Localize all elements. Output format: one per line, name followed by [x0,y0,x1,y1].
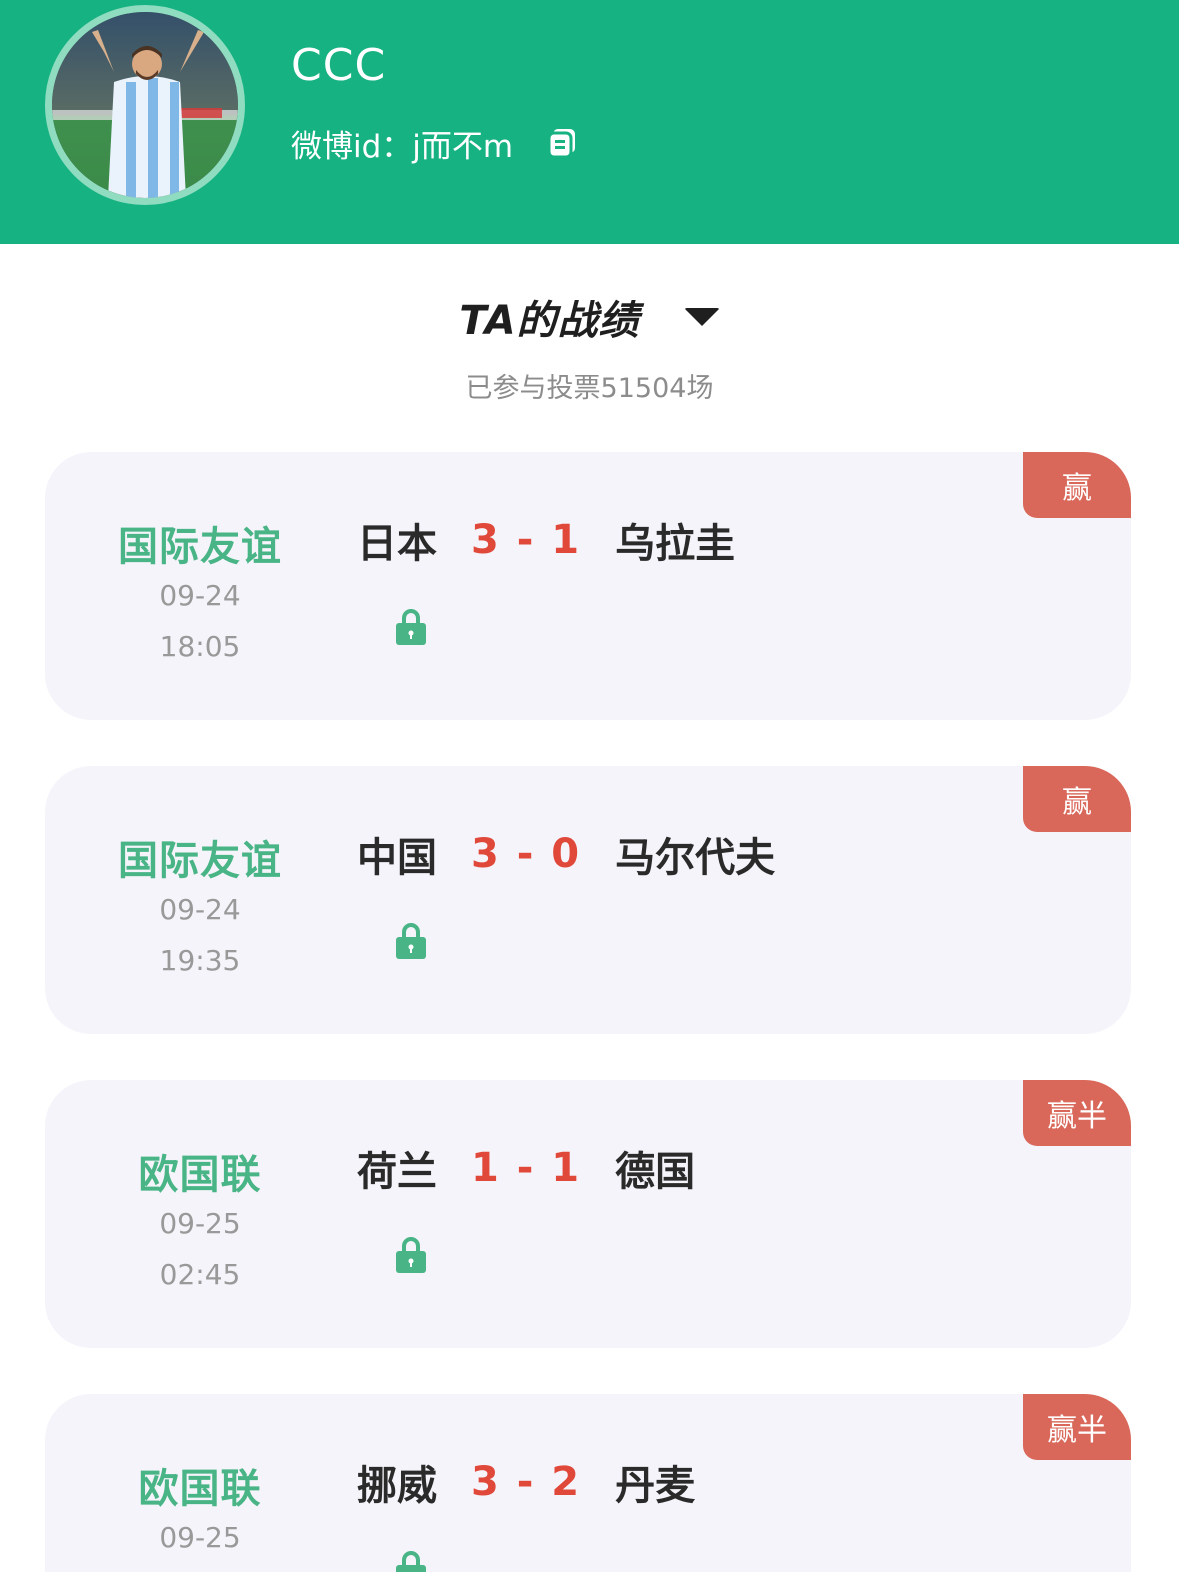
away-team: 丹麦 [615,1463,696,1509]
weibo-id-label: 微博id： [291,128,413,165]
section-title: TA的战绩 [459,298,640,344]
match-card[interactable]: 赢半 欧国联 09-25 02:45 荷兰 1 - 1 德国 [45,1080,1131,1348]
match-date: 09-25 [159,1521,241,1554]
match-time: 02:45 [159,1258,241,1291]
match-date: 09-25 [159,1207,241,1240]
match-date: 09-24 [159,893,241,926]
result-badge: 赢 [1023,452,1131,518]
league-name: 欧国联 [138,1466,262,1512]
match-date: 09-24 [159,579,241,612]
score: 3 - 1 [471,517,582,563]
match-time: 18:05 [159,630,241,663]
record-section-head: TA的战绩 [0,288,1179,346]
score: 1 - 1 [471,1145,582,1191]
player-photo [52,12,238,198]
lock-icon[interactable] [395,1235,427,1275]
copy-icon[interactable] [547,127,577,159]
away-team: 乌拉圭 [615,521,736,567]
match-line: 日本 3 - 1 乌拉圭 [357,514,736,567]
profile-header: CCC 微博id： j而不m [0,0,1179,244]
match-card[interactable]: 赢半 欧国联 09-25 挪威 3 - 2 丹麦 [45,1394,1131,1572]
match-time: 19:35 [159,944,241,977]
lock-icon[interactable] [395,607,427,647]
vote-count: 已参与投票51504场 [465,373,714,404]
username: CCC [291,40,387,91]
weibo-id-row: 微博id： j而不m [291,121,577,165]
away-team: 德国 [615,1149,696,1195]
match-card[interactable]: 赢 国际友谊 09-24 18:05 日本 3 - 1 乌拉圭 [45,452,1131,720]
score: 3 - 0 [471,831,582,877]
league-name: 国际友谊 [118,524,282,570]
result-badge: 赢半 [1023,1394,1131,1460]
avatar[interactable] [45,5,245,205]
match-card[interactable]: 赢 国际友谊 09-24 19:35 中国 3 - 0 马尔代夫 [45,766,1131,1034]
league-name: 欧国联 [138,1152,262,1198]
match-line: 挪威 3 - 2 丹麦 [357,1456,696,1509]
match-line: 中国 3 - 0 马尔代夫 [357,828,776,881]
caret-down-icon[interactable] [683,308,720,326]
lock-icon[interactable] [395,1549,427,1572]
score: 3 - 2 [471,1459,582,1505]
match-line: 荷兰 1 - 1 德国 [357,1142,696,1195]
weibo-id-value: j而不m [412,128,514,165]
result-badge: 赢半 [1023,1080,1131,1146]
lock-icon[interactable] [395,921,427,961]
home-team: 日本 [357,521,437,567]
home-team: 中国 [357,835,437,881]
away-team: 马尔代夫 [615,835,776,881]
league-name: 国际友谊 [118,838,282,884]
result-badge: 赢 [1023,766,1131,832]
home-team: 挪威 [357,1463,437,1509]
home-team: 荷兰 [357,1149,437,1195]
